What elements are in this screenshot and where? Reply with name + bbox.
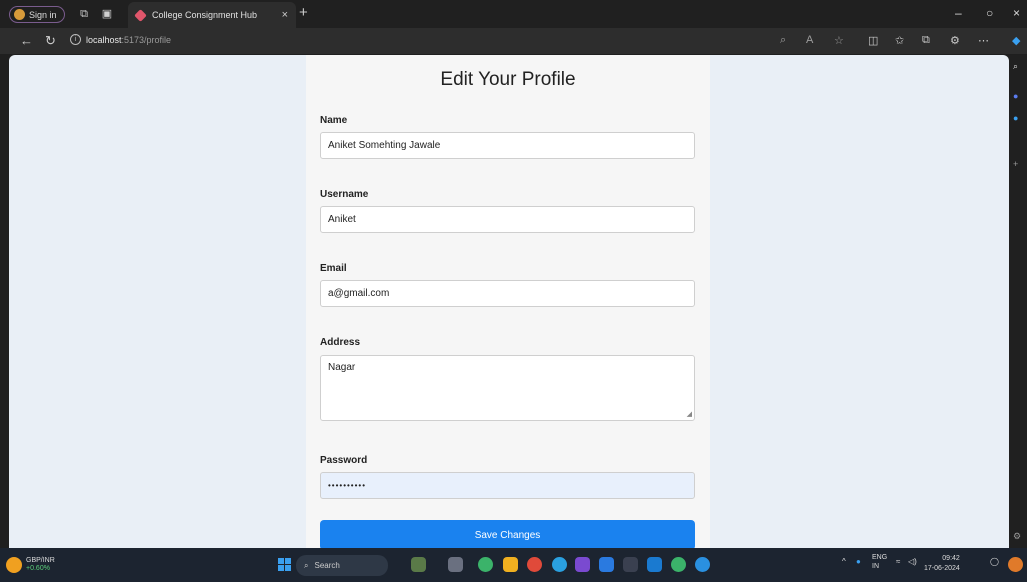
news-widget-icon[interactable]: [411, 557, 426, 572]
page-viewport: Edit Your Profile Name Aniket Somehting …: [9, 55, 1009, 548]
search-label: Search: [314, 561, 340, 570]
visual-studio-icon[interactable]: [575, 557, 590, 572]
username-label: Username: [320, 189, 369, 200]
username-field[interactable]: Aniket: [320, 206, 695, 233]
address-input[interactable]: localhost:5173/profile: [86, 35, 171, 45]
tray-overflow-icon[interactable]: ^: [842, 557, 846, 566]
extensions-icon[interactable]: ⚙: [950, 34, 960, 47]
wifi-icon[interactable]: ≈: [896, 557, 900, 566]
copilot-icon[interactable]: ◆: [1012, 34, 1020, 47]
address-value: Nagar: [328, 362, 356, 373]
outlook-icon[interactable]: ●: [1013, 113, 1018, 123]
copilot-tray-icon[interactable]: [1008, 557, 1023, 572]
minimize-icon[interactable]: –: [955, 6, 962, 20]
profile-button[interactable]: Sign in: [9, 6, 65, 23]
copilot-sidebar-icon[interactable]: ●: [1013, 91, 1018, 101]
password-field[interactable]: ••••••••••: [320, 472, 695, 499]
whatsapp-icon[interactable]: [478, 557, 493, 572]
widget-change: +0.60%: [26, 565, 50, 572]
folder-icon[interactable]: [503, 557, 518, 572]
split-screen-icon[interactable]: ◫: [868, 34, 878, 47]
close-window-icon[interactable]: ×: [1013, 6, 1020, 20]
email-label: Email: [320, 263, 347, 274]
taskbar-search[interactable]: ⌕ Search: [296, 555, 388, 576]
app-green-icon[interactable]: [671, 557, 686, 572]
language-indicator[interactable]: ENG IN: [872, 553, 887, 571]
finance-widget[interactable]: GBP/INR +0.60%: [6, 557, 55, 573]
clock-date: 17-06-2024: [924, 565, 960, 572]
back-icon[interactable]: ←: [20, 34, 33, 48]
tab-active[interactable]: College Consignment Hub ×: [128, 2, 296, 28]
tray-app-icon[interactable]: ●: [856, 557, 861, 566]
favorites-icon[interactable]: ✩: [895, 34, 904, 47]
page-title: Edit Your Profile: [440, 69, 576, 90]
browser-titlebar: Sign in ⧉ ▣ College Consignment Hub × + …: [0, 0, 1027, 28]
workspaces-icon[interactable]: ⧉: [78, 8, 90, 20]
clock-time: 09:42: [942, 555, 960, 562]
avatar: [14, 9, 25, 20]
refresh-icon[interactable]: ↻: [45, 34, 56, 48]
search-icon: ⌕: [304, 560, 309, 570]
notifications-icon[interactable]: ◯: [990, 557, 999, 566]
edge-dev-icon[interactable]: [695, 557, 710, 572]
search-icon[interactable]: ⌕: [1013, 61, 1018, 72]
save-changes-button[interactable]: Save Changes: [320, 520, 695, 548]
currency-icon: [6, 557, 22, 573]
text-size-icon[interactable]: A: [806, 34, 813, 46]
edge-icon[interactable]: [552, 557, 567, 572]
url-path: :5173/profile: [121, 35, 172, 45]
maximize-icon[interactable]: ○: [986, 6, 993, 20]
file-explorer-icon[interactable]: [448, 557, 463, 572]
collections-icon[interactable]: ⧉: [922, 34, 930, 47]
more-menu-icon[interactable]: ⋯: [978, 34, 989, 47]
browser-sidebar: ⌕ ● ● + ⚙: [1009, 55, 1027, 548]
name-field[interactable]: Aniket Somehting Jawale: [320, 132, 695, 159]
volume-icon[interactable]: ◁): [908, 557, 917, 566]
widget-title: GBP/INR: [26, 557, 55, 564]
url-host: localhost: [86, 35, 122, 45]
copilot-app-icon[interactable]: [599, 557, 614, 572]
favorite-star-icon[interactable]: ☆: [834, 34, 844, 47]
password-label: Password: [320, 455, 368, 466]
profile-label: Sign in: [29, 9, 57, 20]
vscode-icon[interactable]: [647, 557, 662, 572]
lang-bottom: IN: [872, 563, 879, 570]
resize-grip-icon[interactable]: ◢: [687, 410, 692, 418]
tab-title: College Consignment Hub: [152, 10, 258, 20]
start-button[interactable]: [278, 558, 291, 571]
add-sidebar-icon[interactable]: +: [1013, 159, 1018, 169]
close-tab-icon[interactable]: ×: [282, 9, 288, 21]
tab-actions-icon[interactable]: ▣: [101, 8, 113, 20]
read-aloud-icon[interactable]: ⌕: [780, 34, 786, 47]
address-field[interactable]: Nagar ◢: [320, 355, 695, 421]
chrome-icon[interactable]: [527, 557, 542, 572]
windows-taskbar: GBP/INR +0.60% ⌕ Search ^ ● ENG IN ≈ ◁) …: [0, 548, 1027, 582]
lang-top: ENG: [872, 554, 888, 561]
name-label: Name: [320, 115, 348, 126]
terminal-icon[interactable]: [623, 557, 638, 572]
site-favicon-icon: [134, 8, 147, 22]
site-info-icon[interactable]: i: [70, 34, 81, 45]
sidebar-settings-icon[interactable]: ⚙: [1013, 531, 1021, 542]
new-tab-icon[interactable]: +: [299, 4, 308, 21]
profile-card: Edit Your Profile Name Aniket Somehting …: [306, 55, 710, 548]
email-field[interactable]: a@gmail.com: [320, 280, 695, 307]
clock[interactable]: 09:42 17-06-2024: [924, 554, 960, 574]
address-label: Address: [320, 337, 361, 348]
